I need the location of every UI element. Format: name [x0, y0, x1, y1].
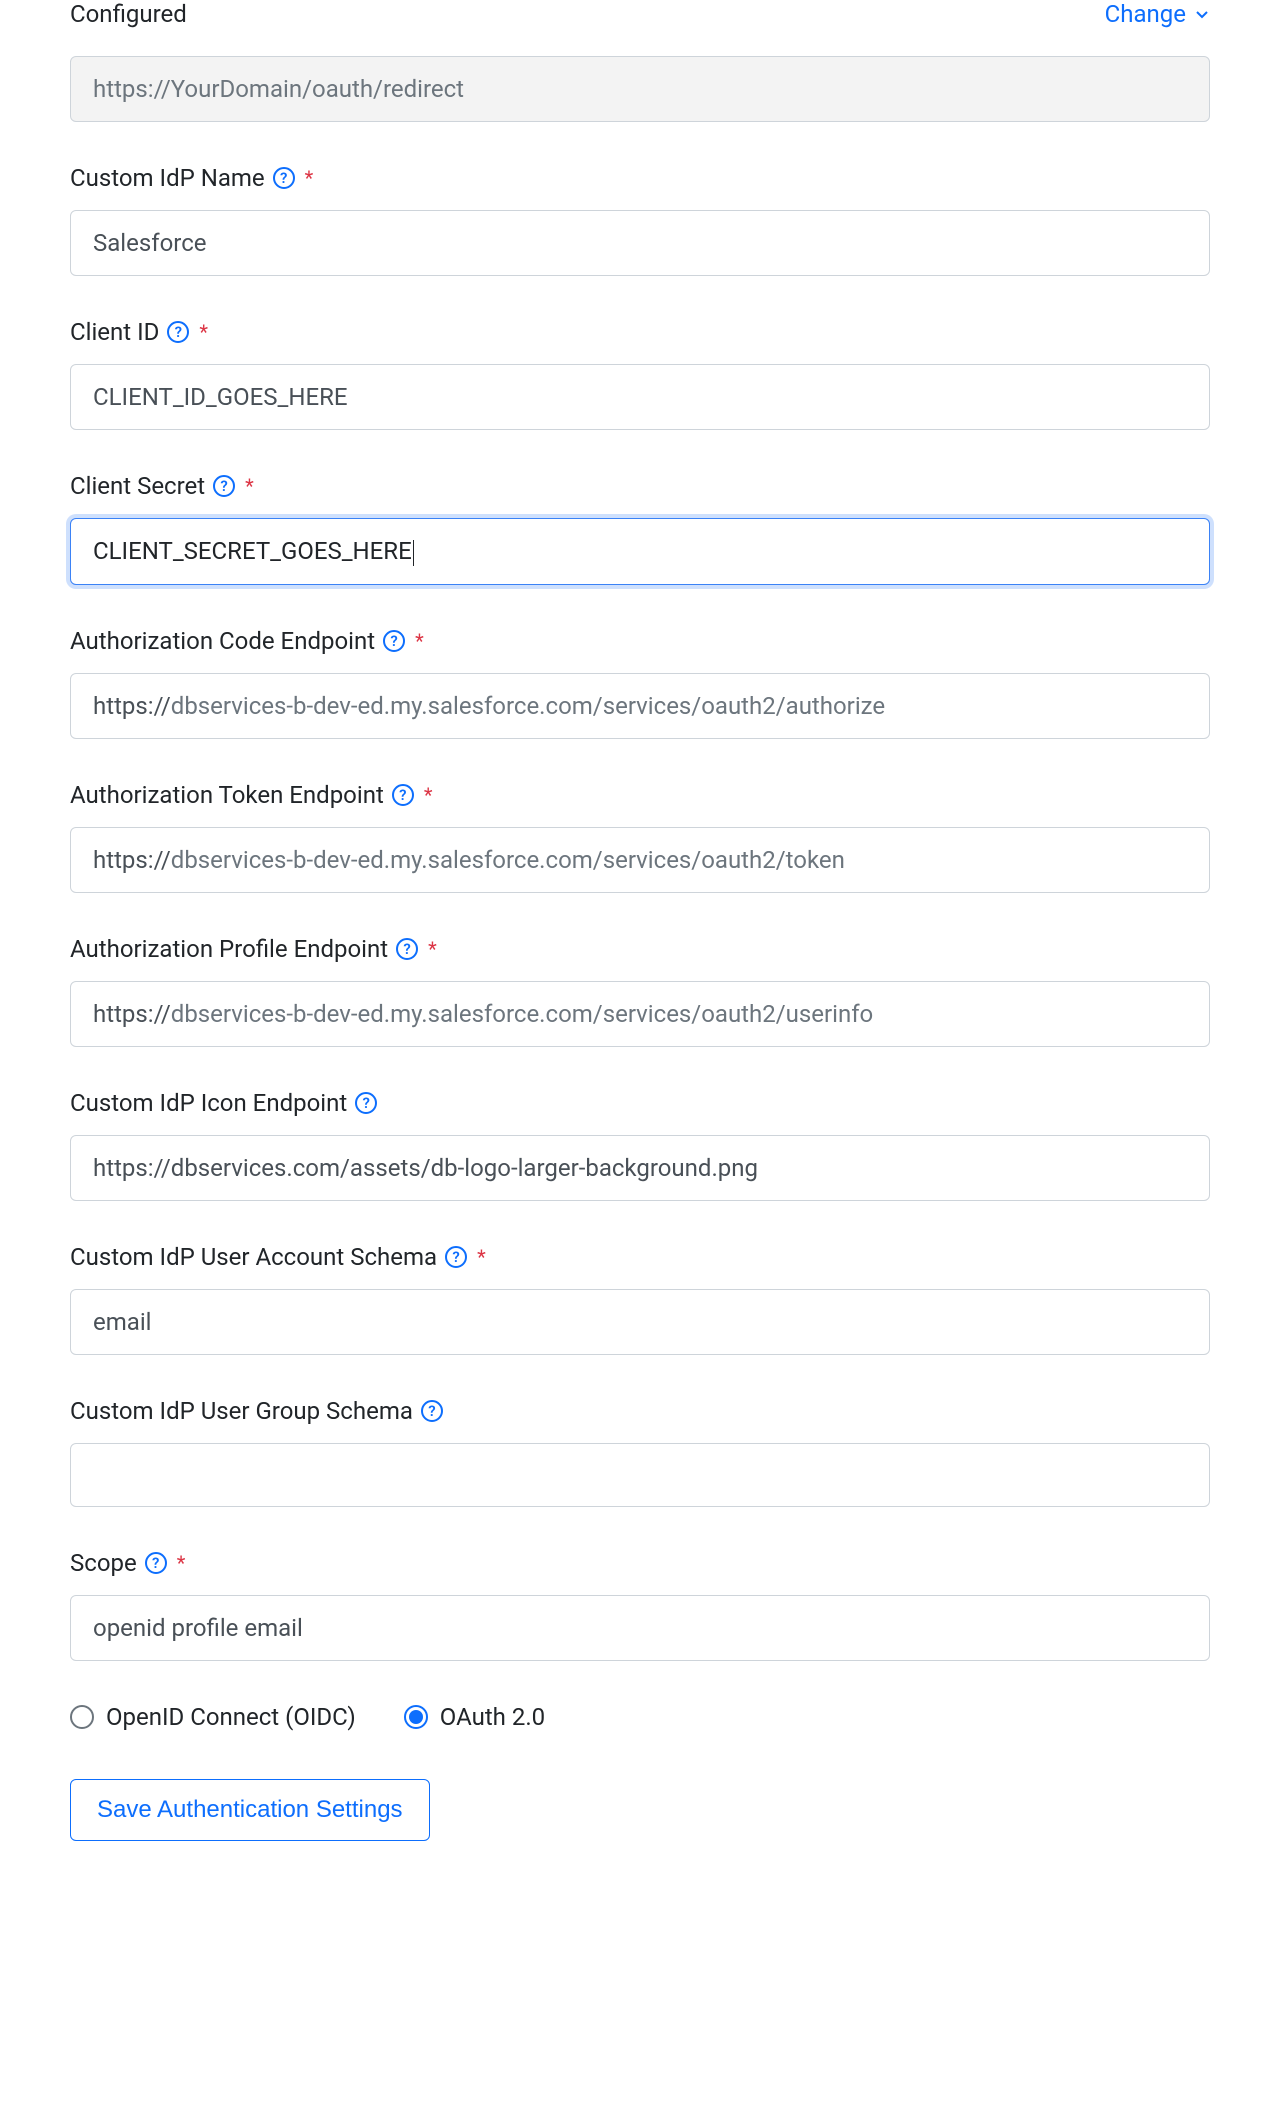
account-schema-label: Custom IdP User Account Schema	[70, 1243, 437, 1271]
help-icon[interactable]: ?	[396, 938, 418, 960]
radio-oidc[interactable]: OpenID Connect (OIDC)	[70, 1703, 356, 1731]
help-icon[interactable]: ?	[145, 1552, 167, 1574]
client-secret-input[interactable]: CLIENT_SECRET_GOES_HERE	[70, 518, 1210, 585]
url-suffix: dbservices-b-dev-ed.my.salesforce.com/se…	[171, 846, 845, 874]
radio-circle-icon	[404, 1705, 428, 1729]
required-indicator: *	[424, 783, 433, 807]
url-prefix: https://	[93, 846, 171, 874]
auth-code-input[interactable]: https://dbservices-b-dev-ed.my.salesforc…	[70, 673, 1210, 739]
change-link[interactable]: Change	[1105, 0, 1210, 28]
required-indicator: *	[199, 320, 208, 344]
radio-oauth[interactable]: OAuth 2.0	[404, 1703, 545, 1731]
change-link-label: Change	[1105, 0, 1186, 28]
account-schema-input[interactable]: email	[70, 1289, 1210, 1355]
auth-code-label: Authorization Code Endpoint	[70, 627, 375, 655]
required-indicator: *	[305, 166, 314, 190]
help-icon[interactable]: ?	[355, 1092, 377, 1114]
client-secret-label: Client Secret	[70, 472, 205, 500]
idp-name-label: Custom IdP Name	[70, 164, 265, 192]
chevron-down-icon	[1194, 6, 1210, 22]
url-suffix: dbservices-b-dev-ed.my.salesforce.com/se…	[171, 1000, 873, 1028]
idp-name-input[interactable]: Salesforce	[70, 210, 1210, 276]
auth-token-input[interactable]: https://dbservices-b-dev-ed.my.salesforc…	[70, 827, 1210, 893]
help-icon[interactable]: ?	[445, 1246, 467, 1268]
help-icon[interactable]: ?	[167, 321, 189, 343]
url-prefix: https://	[93, 692, 171, 720]
help-icon[interactable]: ?	[421, 1400, 443, 1422]
scope-label: Scope	[70, 1549, 137, 1577]
radio-oidc-label: OpenID Connect (OIDC)	[106, 1703, 356, 1731]
icon-endpoint-input[interactable]: https://dbservices.com/assets/db-logo-la…	[70, 1135, 1210, 1201]
group-schema-label: Custom IdP User Group Schema	[70, 1397, 413, 1425]
icon-endpoint-label: Custom IdP Icon Endpoint	[70, 1089, 347, 1117]
required-indicator: *	[245, 474, 254, 498]
url-suffix: dbservices-b-dev-ed.my.salesforce.com/se…	[171, 692, 885, 720]
client-secret-value: CLIENT_SECRET_GOES_HERE	[93, 537, 412, 565]
radio-circle-icon	[70, 1705, 94, 1729]
scope-input[interactable]: openid profile email	[70, 1595, 1210, 1661]
group-schema-input[interactable]	[70, 1443, 1210, 1507]
auth-profile-label: Authorization Profile Endpoint	[70, 935, 388, 963]
save-auth-settings-button[interactable]: Save Authentication Settings	[70, 1779, 430, 1841]
required-indicator: *	[177, 1551, 186, 1575]
help-icon[interactable]: ?	[392, 784, 414, 806]
client-id-label: Client ID	[70, 318, 159, 346]
configured-label: Configured	[70, 0, 187, 28]
auth-token-label: Authorization Token Endpoint	[70, 781, 384, 809]
required-indicator: *	[477, 1245, 486, 1269]
required-indicator: *	[415, 629, 424, 653]
auth-profile-input[interactable]: https://dbservices-b-dev-ed.my.salesforc…	[70, 981, 1210, 1047]
help-icon[interactable]: ?	[273, 167, 295, 189]
redirect-url-field: https://YourDomain/oauth/redirect	[70, 56, 1210, 122]
text-caret	[413, 540, 414, 566]
client-id-input[interactable]: CLIENT_ID_GOES_HERE	[70, 364, 1210, 430]
required-indicator: *	[428, 937, 437, 961]
help-icon[interactable]: ?	[383, 630, 405, 652]
url-prefix: https://	[93, 1000, 171, 1028]
radio-oauth-label: OAuth 2.0	[440, 1703, 545, 1731]
help-icon[interactable]: ?	[213, 475, 235, 497]
